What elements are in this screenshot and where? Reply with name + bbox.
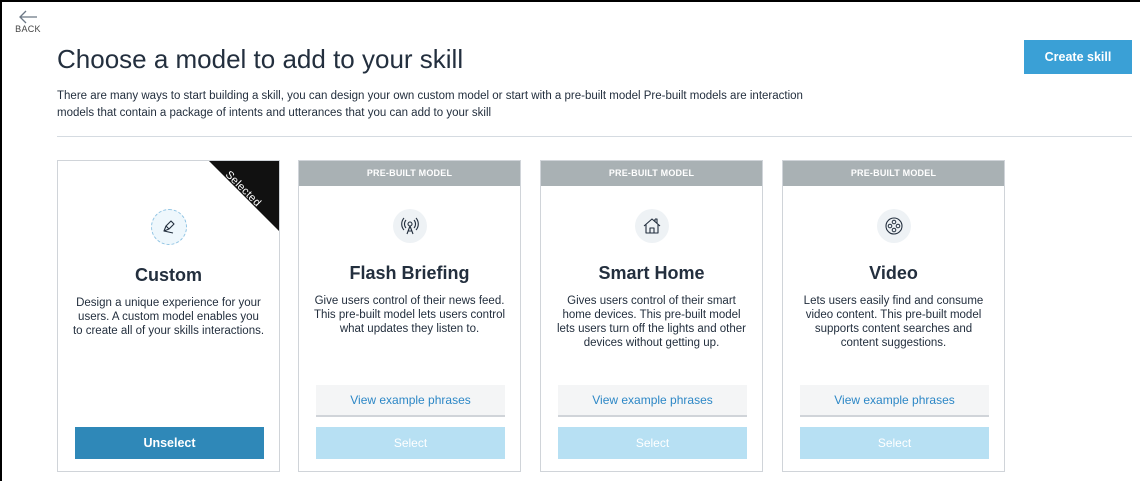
select-button[interactable]: Select (558, 427, 747, 459)
page-description: There are many ways to start building a … (57, 90, 803, 119)
page-title: Choose a model to add to your skill (57, 44, 464, 74)
unselect-button[interactable]: Unselect (75, 427, 264, 459)
create-skill-button[interactable]: Create skill (1024, 40, 1132, 74)
view-example-phrases-button[interactable]: View example phrases (800, 385, 989, 417)
select-button[interactable]: Select (316, 427, 505, 459)
back-label: BACK (15, 24, 41, 34)
select-button[interactable]: Select (800, 427, 989, 459)
card-banner: PRE-BUILT MODEL (783, 161, 1004, 186)
card-banner: PRE-BUILT MODEL (541, 161, 762, 186)
view-example-phrases-button[interactable]: View example phrases (316, 385, 505, 417)
model-card-video[interactable]: PRE-BUILT MODEL Video Lets users easily … (782, 160, 1005, 472)
back-arrow-icon (19, 10, 37, 24)
view-example-phrases-button[interactable]: View example phrases (558, 385, 747, 417)
model-card-flash-briefing[interactable]: PRE-BUILT MODEL Flash Briefing Give user… (298, 160, 521, 472)
card-description: Design a unique experience for your user… (72, 297, 265, 337)
home-icon (634, 209, 669, 243)
card-description: Give users control of their news feed. T… (313, 295, 506, 335)
card-title: Custom (135, 265, 202, 285)
model-card-custom[interactable]: Selected Custom Design a unique experien… (57, 160, 280, 472)
card-title: Video (869, 263, 918, 283)
card-title: Smart Home (598, 263, 705, 283)
model-card-smart-home[interactable]: PRE-BUILT MODEL Smart Home Gives users c… (540, 160, 763, 472)
film-reel-icon (876, 209, 911, 243)
broadcast-icon (392, 209, 427, 243)
selected-ribbon: Selected (209, 161, 279, 231)
pencil-icon (150, 209, 187, 245)
back-button[interactable]: BACK (8, 10, 48, 34)
card-banner: PRE-BUILT MODEL (299, 161, 520, 186)
card-description: Lets users easily find and consume video… (803, 295, 984, 349)
card-description: Gives users control of their smart home … (556, 295, 746, 349)
header-divider (57, 136, 1132, 137)
card-title: Flash Briefing (349, 263, 470, 283)
